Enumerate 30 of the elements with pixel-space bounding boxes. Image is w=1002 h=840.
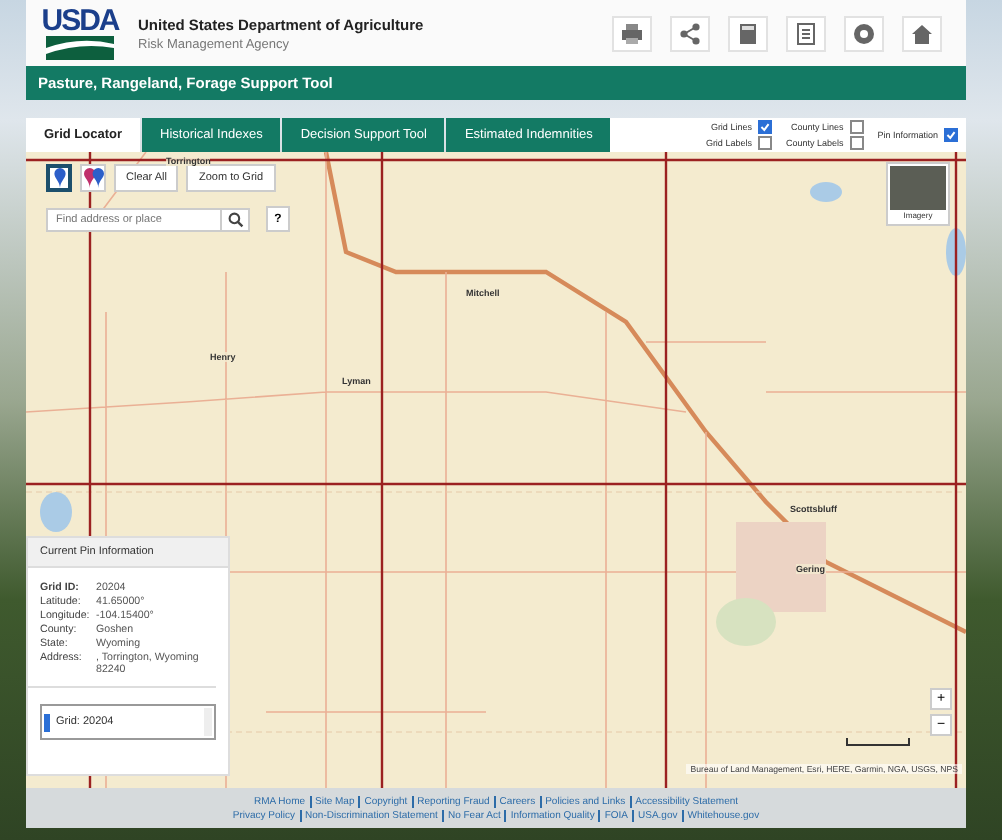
- home-icon: [910, 21, 934, 45]
- calculator-button[interactable]: [728, 15, 768, 51]
- imagery-thumbnail: [890, 166, 946, 210]
- search-icon: [227, 211, 243, 227]
- print-button[interactable]: [612, 15, 652, 51]
- search-button[interactable]: [222, 207, 250, 231]
- calculator-icon: [736, 21, 760, 45]
- park-area: [716, 598, 776, 646]
- checkbox[interactable]: [757, 120, 772, 134]
- share-icon: [678, 21, 702, 45]
- scale-bar: [846, 738, 910, 746]
- home-button[interactable]: [902, 15, 942, 51]
- checkbox[interactable]: [944, 128, 958, 142]
- scroll-bar[interactable]: [204, 708, 212, 736]
- map-pin-icon: [53, 168, 65, 188]
- share-button[interactable]: [670, 15, 710, 51]
- checkbox[interactable]: [757, 136, 772, 150]
- checkbox[interactable]: [849, 120, 864, 134]
- multi-pin-button[interactable]: [80, 164, 106, 192]
- document-button[interactable]: [786, 15, 826, 51]
- lake: [946, 228, 966, 276]
- lake: [40, 492, 72, 532]
- help-button[interactable]: [844, 15, 884, 51]
- document-icon: [794, 21, 818, 45]
- pin-tool-button[interactable]: [46, 164, 72, 192]
- print-icon: [620, 21, 644, 45]
- two-pins-icon: [83, 168, 103, 188]
- checkbox[interactable]: [849, 136, 864, 150]
- map[interactable]: [26, 152, 966, 788]
- lake: [810, 182, 842, 202]
